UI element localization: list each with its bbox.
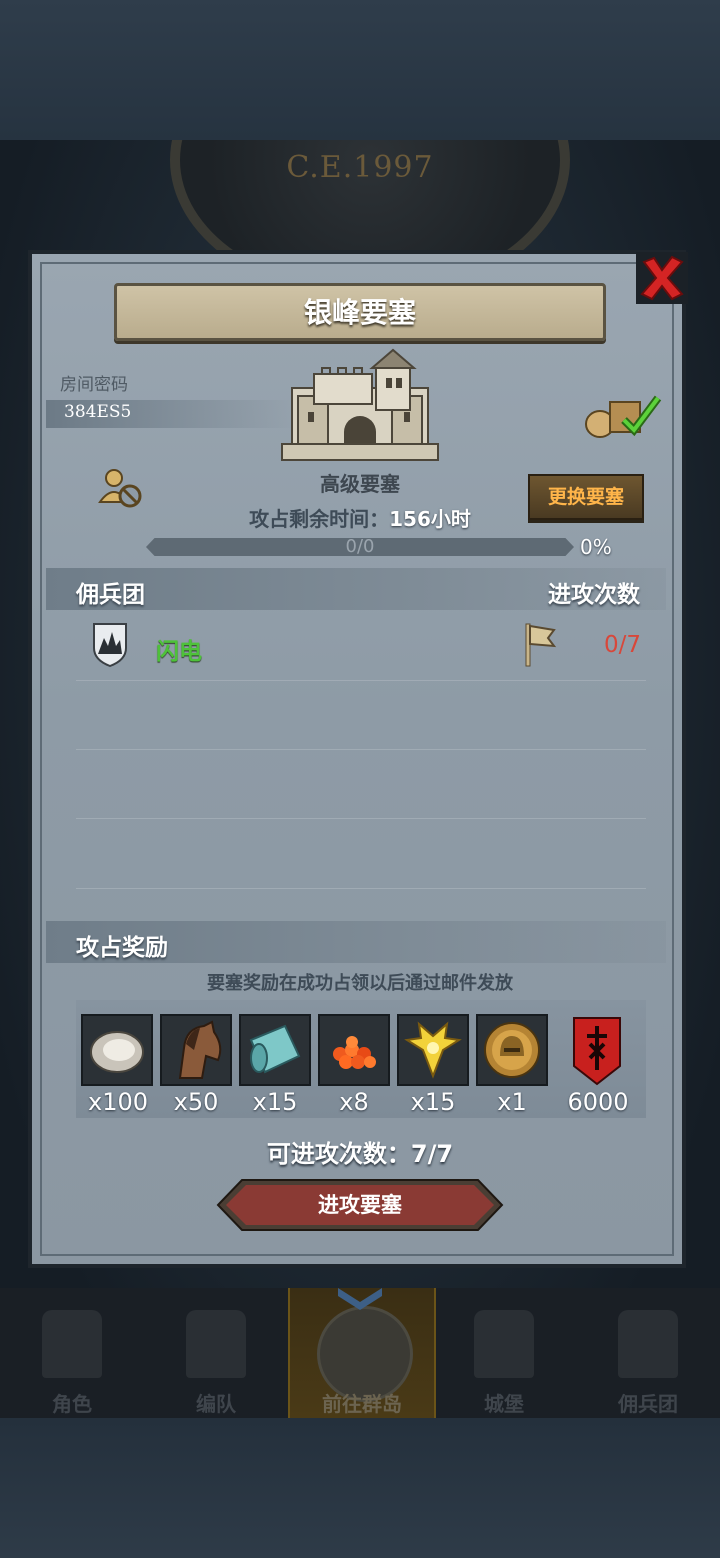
guild-banner-icon[interactable] bbox=[572, 1014, 622, 1086]
guild-section-title: 佣兵团 bbox=[76, 582, 145, 608]
nav-label: 编队 bbox=[196, 1392, 236, 1416]
attack-count-title: 进攻次数 bbox=[548, 582, 640, 608]
horse-icon bbox=[178, 1020, 222, 1079]
top-bar-background bbox=[0, 0, 720, 140]
reward-quantity: x15 bbox=[252, 1088, 298, 1116]
dialog-title: 银峰要塞 bbox=[303, 296, 416, 329]
nav-item-guild[interactable]: 佣兵团 bbox=[576, 1288, 720, 1418]
reward-item[interactable] bbox=[476, 1014, 548, 1086]
helmet-medal-icon bbox=[484, 1022, 540, 1078]
reward-quantity: 6000 bbox=[567, 1088, 629, 1116]
reward-item[interactable] bbox=[160, 1014, 232, 1086]
gold-crest-icon bbox=[404, 1021, 462, 1079]
supply-check-icon[interactable] bbox=[584, 394, 664, 440]
guild-name[interactable]: 闪电 bbox=[156, 632, 202, 666]
guild-shield-icon bbox=[93, 623, 127, 668]
castle-icon bbox=[474, 1310, 534, 1378]
chevron-down-icon bbox=[338, 1288, 382, 1310]
reward-quantity: x100 bbox=[87, 1088, 148, 1116]
nav-item-formation[interactable]: 编队 bbox=[144, 1288, 288, 1418]
fortress-castle-icon bbox=[281, 348, 439, 461]
reward-quantity: x8 bbox=[339, 1088, 369, 1116]
room-code-value[interactable]: 384ES5 bbox=[64, 402, 131, 422]
helmet-icon bbox=[186, 1310, 246, 1378]
roe-icon bbox=[333, 1036, 376, 1069]
available-attacks-label: 可进攻次数： bbox=[266, 1140, 411, 1168]
room-code-label: 房间密码 bbox=[60, 375, 128, 395]
progress-text: 0/0 bbox=[345, 536, 375, 557]
row-divider bbox=[76, 818, 646, 819]
nav-label: 城堡 bbox=[484, 1392, 524, 1416]
reward-quantity: x1 bbox=[497, 1088, 527, 1116]
progress-percent: 0% bbox=[580, 535, 612, 559]
ship-icon bbox=[618, 1310, 678, 1378]
title-plate: 银峰要塞 bbox=[114, 283, 606, 341]
reward-quantity: x15 bbox=[410, 1088, 456, 1116]
nav-label: 前往群岛 bbox=[322, 1392, 402, 1416]
row-divider bbox=[76, 888, 646, 889]
nav-item-castle[interactable]: 城堡 bbox=[432, 1288, 576, 1418]
available-attacks-value: 7/7 bbox=[410, 1140, 454, 1168]
guild-attack-count: 0/7 bbox=[604, 632, 642, 658]
available-attacks: 可进攻次数：7/7 bbox=[0, 1134, 720, 1169]
cloth-roll-icon bbox=[249, 1024, 301, 1074]
reward-item[interactable] bbox=[318, 1014, 390, 1086]
row-divider bbox=[76, 680, 646, 681]
nav-label: 佣兵团 bbox=[618, 1392, 678, 1416]
knight-icon bbox=[42, 1310, 102, 1378]
close-icon[interactable] bbox=[636, 252, 688, 304]
row-divider bbox=[76, 749, 646, 750]
reward-item[interactable] bbox=[397, 1014, 469, 1086]
time-remaining-value: 156小时 bbox=[389, 507, 471, 531]
oyster-icon bbox=[90, 1031, 144, 1073]
nav-label: 角色 bbox=[52, 1392, 92, 1416]
reward-item[interactable] bbox=[81, 1014, 153, 1086]
flag-icon bbox=[525, 623, 557, 667]
attack-fortress-button[interactable]: 进攻要塞 bbox=[216, 1178, 504, 1232]
time-remaining: 攻占剩余时间：156小时 bbox=[0, 503, 720, 532]
bottom-background bbox=[0, 1418, 720, 1558]
reward-item[interactable] bbox=[239, 1014, 311, 1086]
nav-item-character[interactable]: 角色 bbox=[0, 1288, 144, 1418]
year-label: C.E.1997 bbox=[286, 150, 434, 185]
reward-quantity: x50 bbox=[173, 1088, 219, 1116]
time-remaining-label: 攻占剩余时间： bbox=[249, 507, 390, 531]
rewards-section-title: 攻占奖励 bbox=[76, 935, 168, 961]
rewards-note: 要塞奖励在成功占领以后通过邮件发放 bbox=[207, 973, 513, 994]
